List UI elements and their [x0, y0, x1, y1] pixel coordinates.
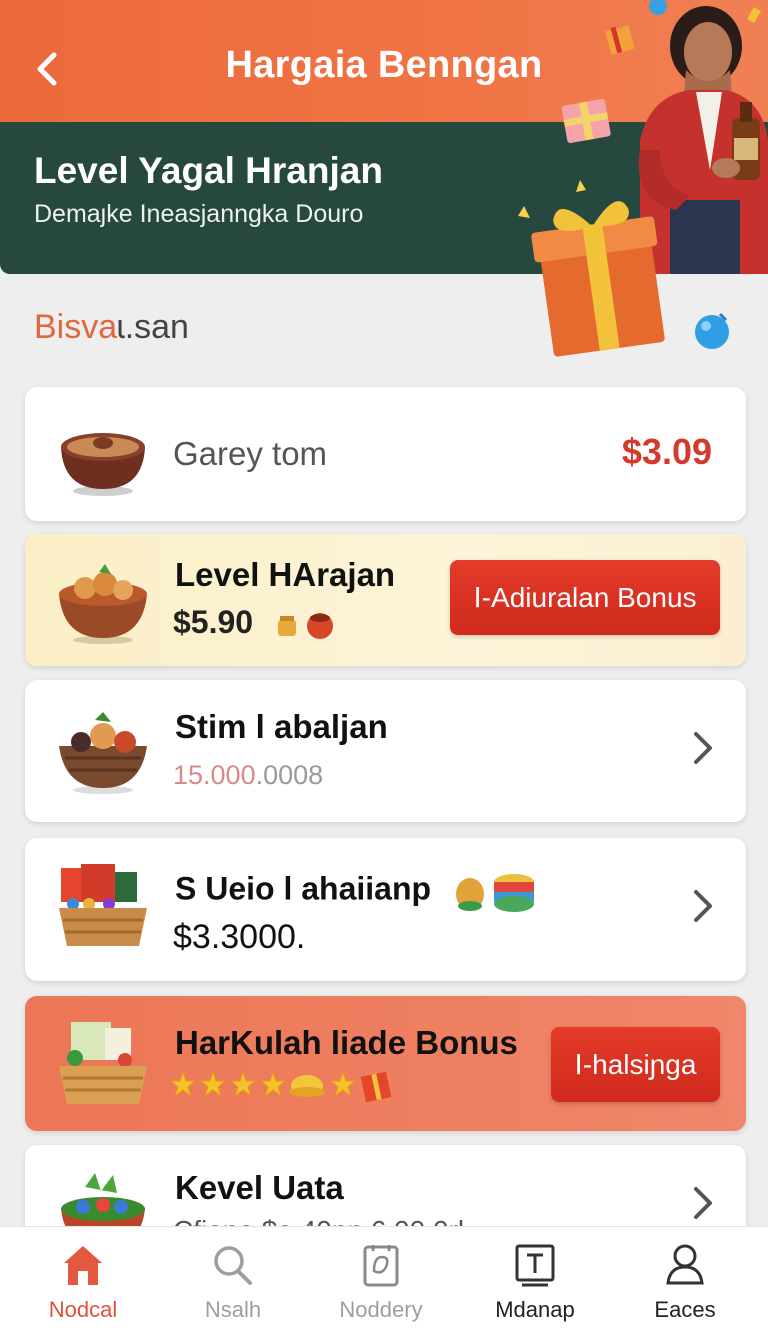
honey-pot-icon	[277, 612, 333, 639]
tab-search[interactable]: Nsalh	[158, 1227, 308, 1344]
section-title-rest: ɩ.san	[117, 308, 189, 346]
list-item[interactable]: Garey tom $3.09	[25, 387, 746, 521]
item-name: Garey tom	[173, 435, 328, 472]
banner-title: Level Yagal Hranjan	[34, 150, 383, 191]
cake-icon	[455, 874, 534, 912]
section-title-accent: Bisva	[34, 308, 118, 346]
item-name: Stim l abaljan	[175, 708, 388, 745]
tab-label: Nsalh	[204, 1297, 262, 1322]
tab-profile[interactable]: Eaces	[610, 1227, 760, 1344]
search-icon	[214, 1246, 252, 1285]
balloon-icon	[695, 312, 729, 349]
item-price: $3.09	[621, 431, 712, 472]
promo-illustration	[518, 0, 768, 357]
tab-delivery[interactable]: Noddery	[306, 1227, 456, 1344]
item-value: 15.000.0008	[173, 760, 324, 790]
gift-basket-icon	[59, 864, 147, 946]
tab-home[interactable]: Nodcal	[8, 1227, 158, 1344]
list-item[interactable]: S Ueio l ahaiianp $3.3000.	[25, 838, 746, 981]
item-name: Kevel Uata	[175, 1169, 344, 1206]
chevron-right-icon[interactable]	[690, 728, 716, 768]
gift-basket-icon	[59, 1022, 147, 1104]
home-icon	[64, 1246, 102, 1285]
document-icon	[363, 1245, 399, 1287]
chicken-bowl-icon	[59, 564, 147, 644]
bottom-tab-bar: Nodcal Nsalh Noddery Mdanap Eaces	[0, 1226, 768, 1344]
section-title: Bisvaɩ.san	[34, 308, 189, 347]
tab-label: Mdanap	[495, 1297, 575, 1322]
item-name: HarKulah liade Bonus	[175, 1024, 518, 1061]
list-item-bonus[interactable]: HarKulah liade Bonus Ⅰ-halsiɲga	[25, 996, 746, 1131]
tab-label: Eaces	[654, 1297, 716, 1322]
item-price: $5.90	[173, 604, 338, 641]
item-name: Level HArajan	[175, 556, 396, 593]
tab-label: Noddery	[339, 1297, 423, 1322]
item-price: $3.3000.	[173, 918, 306, 956]
soup-bowl-icon	[61, 433, 145, 496]
chevron-right-icon[interactable]	[690, 886, 716, 926]
list-item[interactable]: Stim l abaljan 15.000.0008	[25, 680, 746, 822]
claim-bonus-button[interactable]: Ⅰ-Adiuralan Bonus	[450, 560, 720, 635]
monitor-icon	[515, 1244, 555, 1287]
banner-subtitle: Demaȷke Ineasjanngka Douro	[34, 200, 364, 228]
tab-map[interactable]: Mdanap	[460, 1227, 610, 1344]
item-name: S Ueio l ahaiianp	[175, 868, 538, 914]
list-item-featured[interactable]: Level HArajan $5.90 Ⅰ-Adiuralan Bonus	[25, 534, 746, 666]
claim-bonus-button[interactable]: Ⅰ-halsiɲga	[551, 1027, 720, 1102]
profile-icon	[666, 1244, 704, 1285]
star-rating	[171, 1070, 392, 1103]
food-basket-icon	[59, 712, 147, 794]
chevron-right-icon[interactable]	[690, 1183, 716, 1223]
tab-label: Nodcal	[48, 1297, 118, 1322]
